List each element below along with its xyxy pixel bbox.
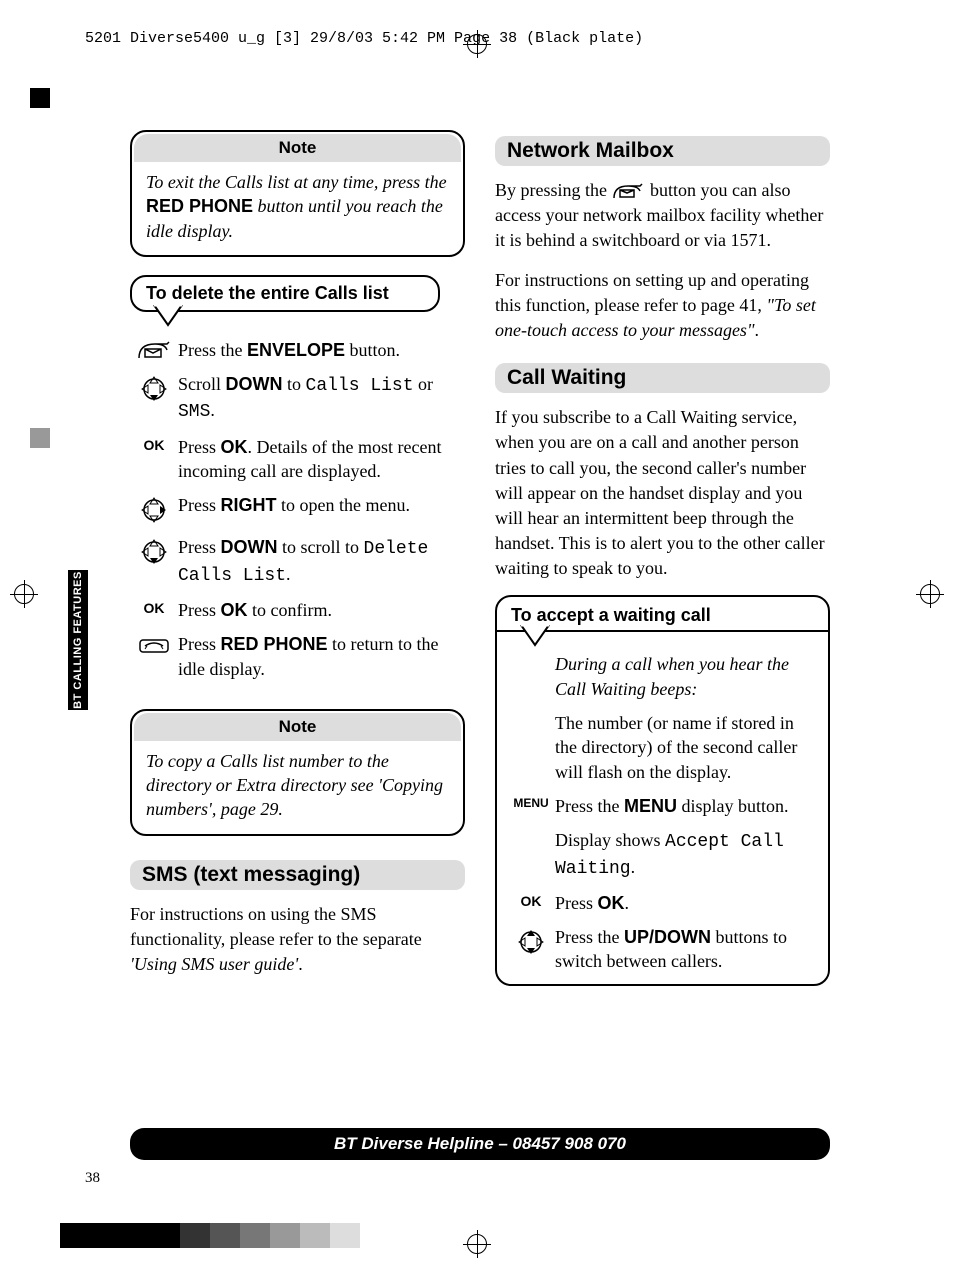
step-row: OK Press OK. Details of the most recent … (130, 435, 465, 484)
registration-mark-right (916, 580, 944, 608)
sms-paragraph: For instructions on using the SMS functi… (130, 902, 465, 978)
ok-label-icon: OK (130, 598, 178, 616)
step-icon-empty (507, 652, 555, 654)
ok-label-icon: OK (130, 435, 178, 453)
section-callwaiting-heading: Call Waiting (495, 363, 830, 393)
step-icon-empty (507, 711, 555, 713)
ok-label-icon: OK (507, 891, 555, 909)
step-text: Press the ENVELOPE button. (178, 338, 465, 362)
section-mailbox-heading: Network Mailbox (495, 136, 830, 166)
nav-down-icon (130, 535, 178, 567)
grayscale-calibration-bar (60, 1223, 360, 1248)
step-text: Press RIGHT to open the menu. (178, 493, 465, 517)
note-exit-calls-list: Note To exit the Calls list at any time,… (130, 130, 465, 257)
step-text: Press the MENU display button. (555, 794, 818, 818)
step-text: Press RED PHONE to return to the idle di… (178, 632, 465, 681)
step-row: Press the ENVELOPE button. (130, 338, 465, 362)
step-row: Press RIGHT to open the menu. (130, 493, 465, 525)
note-title: Note (134, 713, 461, 741)
step-row: OK Press OK. (507, 891, 818, 915)
callout-tail-icon (519, 623, 553, 652)
step-icon-empty (507, 828, 555, 830)
black-square-mark (30, 88, 50, 108)
nav-updown-icon (507, 925, 555, 957)
note-copy-number: Note To copy a Calls list number to the … (130, 709, 465, 836)
procedure-delete-calls-steps: Press the ENVELOPE button. Scroll DOWN t… (130, 338, 465, 691)
step-row: Scroll DOWN to Calls List or SMS. (130, 372, 465, 425)
envelope-icon (130, 338, 178, 362)
note-title: Note (134, 134, 461, 162)
step-row: Press the UP/DOWN buttons to switch betw… (507, 925, 818, 974)
step-text: The number (or name if stored in the dir… (555, 711, 818, 784)
mailbox-paragraph-1: By pressing the button you can also acce… (495, 178, 830, 254)
step-row: Press RED PHONE to return to the idle di… (130, 632, 465, 681)
step-row: The number (or name if stored in the dir… (507, 711, 818, 784)
step-row: Press DOWN to scroll to Delete Calls Lis… (130, 535, 465, 588)
step-text: Press OK. Details of the most recent inc… (178, 435, 465, 484)
red-phone-icon (130, 632, 178, 656)
mailbox-paragraph-2: For instructions on setting up and opera… (495, 268, 830, 344)
callout-tail-icon (152, 303, 186, 332)
note-body: To exit the Calls list at any time, pres… (132, 164, 463, 255)
step-text: Display shows Accept Call Waiting. (555, 828, 818, 881)
envelope-icon (612, 182, 646, 202)
nav-right-icon (130, 493, 178, 525)
left-column: Note To exit the Calls list at any time,… (130, 130, 465, 996)
gray-square-mark (30, 428, 50, 448)
procedure-accept-waiting-call: To accept a waiting call During a call w… (495, 595, 830, 985)
step-text: Scroll DOWN to Calls List or SMS. (178, 372, 465, 425)
side-tab: BT CALLING FEATURES (68, 570, 88, 710)
step-row: Display shows Accept Call Waiting. (507, 828, 818, 881)
section-sms-heading: SMS (text messaging) (130, 860, 465, 890)
menu-label-icon: MENU (507, 794, 555, 810)
registration-mark-left (10, 580, 38, 608)
procedure-accept-steps: During a call when you hear the Call Wai… (497, 632, 828, 983)
note-body: To copy a Calls list number to the direc… (132, 743, 463, 834)
step-row: MENU Press the MENU display button. (507, 794, 818, 818)
print-job-header: 5201 Diverse5400 u_g [3] 29/8/03 5:42 PM… (85, 30, 643, 47)
step-text: Press the UP/DOWN buttons to switch betw… (555, 925, 818, 974)
step-text: Press OK. (555, 891, 818, 915)
step-text: Press OK to confirm. (178, 598, 465, 622)
registration-mark-top (463, 30, 491, 58)
footer-helpline: BT Diverse Helpline – 08457 908 070 (130, 1128, 830, 1160)
page-number: 38 (85, 1170, 100, 1187)
registration-mark-bottom (463, 1230, 491, 1258)
page-content: Note To exit the Calls list at any time,… (130, 130, 830, 996)
callwaiting-paragraph: If you subscribe to a Call Waiting servi… (495, 405, 830, 581)
step-row: OK Press OK to confirm. (130, 598, 465, 622)
right-column: Network Mailbox By pressing the button y… (495, 130, 830, 996)
step-intro: During a call when you hear the Call Wai… (555, 652, 818, 701)
nav-down-icon (130, 372, 178, 404)
step-row: During a call when you hear the Call Wai… (507, 652, 818, 701)
step-text: Press DOWN to scroll to Delete Calls Lis… (178, 535, 465, 588)
